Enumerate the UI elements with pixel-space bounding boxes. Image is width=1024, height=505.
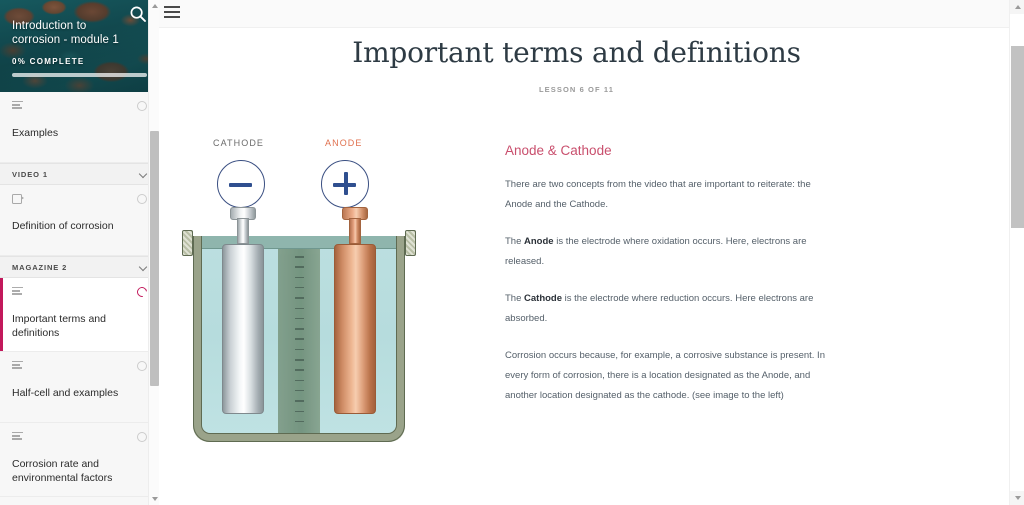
page-title: Important terms and definitions	[352, 36, 801, 69]
plus-sign-icon	[321, 160, 369, 208]
cathode-label: CATHODE	[213, 138, 265, 148]
lesson-counter: LESSON 6 OF 11	[538, 85, 614, 94]
course-sidebar: Introduction to corrosion - module 1 0% …	[0, 0, 159, 505]
article-column: Anode & Cathode There are two concepts f…	[505, 128, 825, 458]
course-title: Introduction to corrosion - module 1	[12, 20, 119, 46]
sidebar-section-label: VIDEO 1	[12, 169, 48, 179]
lesson-list: Examples VIDEO 1 Definition of corrosion MA…	[0, 92, 159, 505]
hamburger-menu-icon[interactable]	[164, 6, 180, 19]
lesson-status-indicator	[137, 101, 147, 111]
membrane-tick	[295, 389, 304, 392]
sidebar-item-primary-forms-of-corrosion[interactable]: Primary forms of corrosion	[0, 497, 159, 505]
lesson-status-indicator	[135, 285, 149, 299]
sidebar-section-video-1[interactable]: VIDEO 1	[0, 163, 159, 185]
lesson-content: CATHODE ANODE Anode & Cathode There are …	[159, 128, 1024, 458]
sidebar-item-label: Corrosion rate and environmental factors	[12, 458, 113, 484]
article-paragraph: The Cathode is the electrode where reduc…	[505, 293, 814, 324]
sidebar-item-label: Definition of corrosion	[12, 220, 114, 232]
text-lines-icon	[12, 101, 23, 110]
text-lines-icon	[12, 361, 23, 370]
lesson-status-indicator	[137, 194, 147, 204]
text-lines-icon	[12, 432, 23, 441]
lesson-status-indicator	[137, 432, 147, 442]
membrane-tick	[295, 276, 304, 279]
sidebar-item-label: Important terms and definitions	[12, 313, 106, 339]
sidebar-item-examples[interactable]: Examples	[0, 92, 159, 163]
scroll-up-arrow-icon[interactable]	[149, 0, 159, 12]
emphasis-term: Cathode	[524, 293, 563, 304]
separator-membrane	[278, 249, 320, 433]
page-scrollbar-thumb[interactable]	[1011, 46, 1024, 228]
sidebar-item-important-terms-and-definitions[interactable]: Important terms and definitions	[0, 278, 159, 352]
lesson-status-indicator	[137, 361, 147, 371]
article-body: There are two concepts from the video th…	[505, 175, 825, 406]
membrane-tick	[295, 256, 304, 258]
sidebar-section-label: MAGAZINE 2	[12, 262, 68, 272]
progress-label: 0% COMPLETE	[12, 57, 85, 66]
emphasis-term: Anode	[524, 236, 554, 247]
membrane-tick	[295, 266, 304, 268]
article-heading: Anode & Cathode	[505, 143, 612, 158]
membrane-tick	[295, 317, 304, 320]
beaker	[182, 207, 416, 442]
membrane-tick	[295, 286, 304, 289]
text-lines-icon	[12, 287, 23, 296]
beaker-clamp-right	[405, 230, 416, 256]
top-bar	[159, 0, 1024, 28]
membrane-tick	[295, 348, 304, 351]
membrane-tick	[295, 379, 304, 382]
membrane-tick	[295, 369, 304, 371]
anode-label: ANODE	[325, 138, 363, 148]
membrane-tick	[295, 328, 304, 330]
page-scroll-up-arrow-icon[interactable]	[1010, 0, 1024, 14]
article-paragraph: There are two concepts from the video th…	[505, 179, 811, 210]
course-player: Introduction to corrosion - module 1 0% …	[0, 0, 1024, 505]
membrane-tick	[295, 297, 304, 299]
membrane-tick	[295, 400, 304, 402]
article-paragraph: Corrosion occurs because, for example, a…	[505, 350, 825, 401]
minus-sign-icon	[217, 160, 265, 208]
sidebar-header: Introduction to corrosion - module 1 0% …	[0, 0, 159, 92]
membrane-tick	[295, 420, 304, 423]
course-progress-bar	[12, 73, 147, 77]
sidebar-item-half-cell-and-examples[interactable]: Half-cell and examples	[0, 352, 159, 423]
sidebar-section-magazine-2[interactable]: MAGAZINE 2	[0, 256, 159, 278]
membrane-tick	[295, 359, 304, 361]
sidebar-item-definition-of-corrosion[interactable]: Definition of corrosion	[0, 185, 159, 256]
page-scroll-down-arrow-icon[interactable]	[1010, 491, 1024, 505]
beaker-clamp-left	[182, 230, 193, 256]
membrane-tick	[295, 307, 304, 310]
sidebar-item-label: Half-cell and examples	[12, 387, 119, 399]
sidebar-item-corrosion-rate-and-environmental-factors[interactable]: Corrosion rate and environmental factors	[0, 423, 159, 497]
scroll-down-arrow-icon[interactable]	[149, 493, 159, 505]
sidebar-scrollbar[interactable]	[148, 0, 159, 505]
sidebar-item-label: Examples	[12, 127, 59, 139]
sidebar-scrollbar-thumb[interactable]	[150, 131, 159, 386]
membrane-tick	[295, 338, 304, 340]
electrochemical-cell-diagram: CATHODE ANODE	[182, 128, 483, 458]
membrane-tick	[295, 410, 304, 413]
figure-column: CATHODE ANODE	[182, 128, 483, 458]
page-scrollbar[interactable]	[1009, 0, 1024, 505]
lesson-main: Important terms and definitions LESSON 6…	[159, 0, 1024, 505]
article-paragraph: The Anode is the electrode where oxidati…	[505, 236, 807, 267]
video-icon	[12, 194, 24, 204]
